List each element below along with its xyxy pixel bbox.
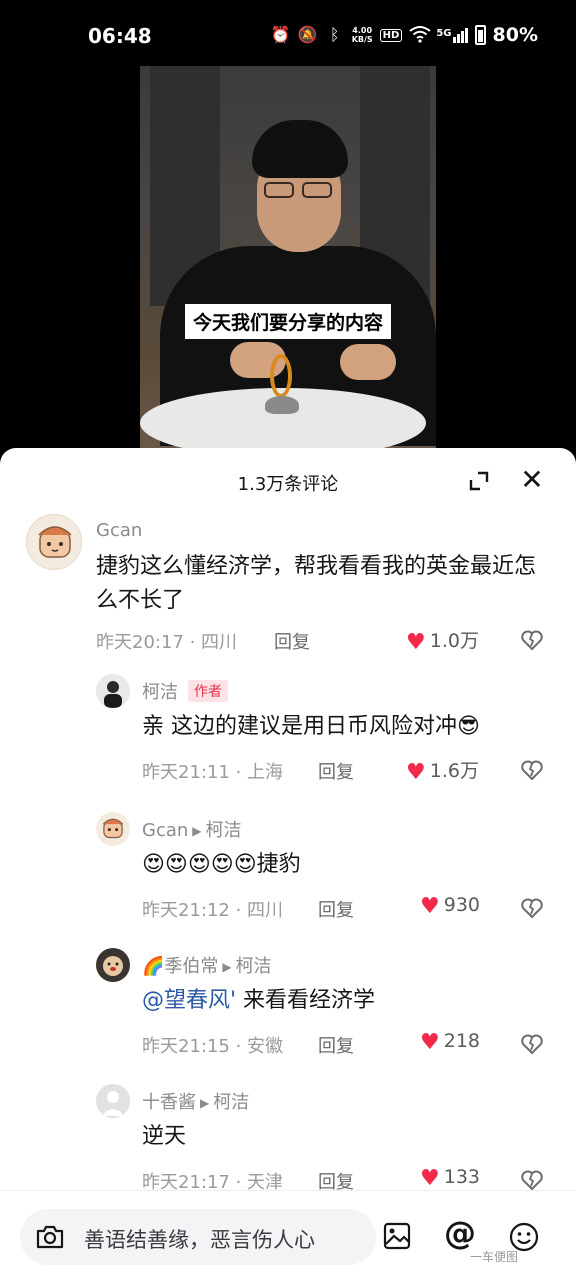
like-count: 218 [443, 1030, 480, 1052]
expand-icon[interactable] [468, 470, 490, 492]
dislike-icon[interactable] [520, 758, 544, 782]
reply-username[interactable]: 柯洁 作者 [142, 678, 228, 704]
dislike-icon[interactable] [520, 628, 544, 652]
reply-button[interactable]: 回复 [274, 628, 310, 654]
reply-arrow-icon: ▶ [222, 960, 232, 974]
video-player[interactable]: 今天我们要分享的内容 [0, 66, 576, 456]
bluetooth-icon: ᛒ [329, 25, 340, 44]
reply-username[interactable]: 🌈季伯常 ▶ 柯洁 [142, 952, 272, 978]
reply-text: 亲 这边的建议是用日币风险对冲😎 [142, 714, 480, 739]
heart-icon: ♥ [406, 630, 426, 655]
reply-meta: 昨天21:12 · 四川 [142, 900, 284, 921]
dislike-icon[interactable] [520, 1168, 544, 1192]
comment-meta: 昨天20:17 · 四川 [96, 632, 238, 653]
close-icon[interactable]: ✕ [518, 466, 546, 494]
dislike-icon[interactable] [520, 1032, 544, 1056]
reply-username[interactable]: 十香酱 ▶ 柯洁 [142, 1088, 249, 1114]
reply-meta: 昨天21:11 · 上海 [142, 762, 284, 783]
image-icon[interactable] [382, 1221, 412, 1251]
reply-username[interactable]: Gcan ▶ 柯洁 [142, 816, 242, 842]
avatar[interactable] [26, 514, 82, 570]
avatar[interactable] [96, 948, 130, 982]
comment-input-bar: 善语结善缘，恶言伤人心 @ [0, 1190, 576, 1280]
like-count: 1.6万 [429, 760, 479, 782]
heart-icon: ♥ [420, 1030, 440, 1055]
presenter-hair [252, 120, 348, 178]
like-button[interactable]: ♥ 1.0万 [406, 626, 479, 655]
network-speed: 4.00 KB/S [351, 26, 373, 44]
metal-base [265, 396, 299, 414]
like-count: 930 [443, 894, 480, 916]
like-button[interactable]: ♥ 218 [420, 1030, 480, 1055]
heart-icon: ♥ [406, 760, 426, 785]
battery-icon [474, 25, 486, 45]
avatar[interactable] [96, 674, 130, 708]
presenter-hand [340, 344, 396, 380]
video-subtitle: 今天我们要分享的内容 [185, 304, 392, 339]
alarm-icon: ⏰ [270, 25, 291, 44]
wifi-icon [409, 25, 431, 45]
avatar[interactable] [96, 812, 130, 846]
input-placeholder: 善语结善缘，恶言伤人心 [84, 1228, 315, 1252]
mute-icon: 🔕 [297, 25, 318, 44]
like-count: 133 [443, 1166, 480, 1188]
heart-icon: ♥ [420, 894, 440, 919]
comment-username[interactable]: Gcan [96, 520, 142, 541]
watermark: 一车便图 [470, 1250, 519, 1264]
reply-meta: 昨天21:15 · 安徽 [142, 1036, 284, 1057]
status-bar: 06:48 ⏰ 🔕 ᛒ 4.00 KB/S HD 5G 80% [0, 0, 576, 66]
reply-arrow-icon: ▶ [200, 1096, 210, 1110]
like-button[interactable]: ♥ 133 [420, 1166, 480, 1191]
reply-text: 逆天 [142, 1124, 187, 1149]
reply-text: @望春风' 来看看经济学 [142, 988, 376, 1013]
avatar[interactable] [96, 1084, 130, 1118]
loop-object [270, 354, 292, 398]
status-time: 06:48 [88, 24, 152, 48]
mention-at-icon[interactable]: @ [444, 1215, 476, 1251]
camera-icon[interactable] [34, 1221, 66, 1253]
heart-icon: ♥ [420, 1166, 440, 1191]
status-icons: ⏰ 🔕 ᛒ 4.00 KB/S HD 5G 80% [271, 24, 538, 46]
battery-percent: 80% [492, 24, 538, 46]
video-frame: 今天我们要分享的内容 [140, 66, 436, 450]
reply-button[interactable]: 回复 [318, 1032, 354, 1058]
reply-arrow-icon: ▶ [192, 824, 202, 838]
reply-button[interactable]: 回复 [318, 896, 354, 922]
like-count: 1.0万 [429, 630, 479, 652]
reply-text: 😍😍😍😍😍捷豹 [142, 852, 301, 877]
comment-panel: 1.3万条评论 ✕ Gcan 捷豹这么懂经济学，帮我看看我的英金最近怎么不长了 … [0, 448, 576, 1280]
hd-badge: HD [379, 28, 403, 42]
author-badge: 作者 [188, 680, 228, 702]
reply-button[interactable]: 回复 [318, 758, 354, 784]
presenter-glasses [264, 182, 336, 198]
like-button[interactable]: ♥ 1.6万 [406, 756, 479, 785]
signal-icon: 5G [436, 27, 468, 43]
like-button[interactable]: ♥ 930 [420, 894, 480, 919]
dislike-icon[interactable] [520, 896, 544, 920]
mention-link[interactable]: @望春风' [142, 988, 236, 1013]
comment-text: 捷豹这么懂经济学，帮我看看我的英金最近怎么不长了 [96, 554, 537, 613]
